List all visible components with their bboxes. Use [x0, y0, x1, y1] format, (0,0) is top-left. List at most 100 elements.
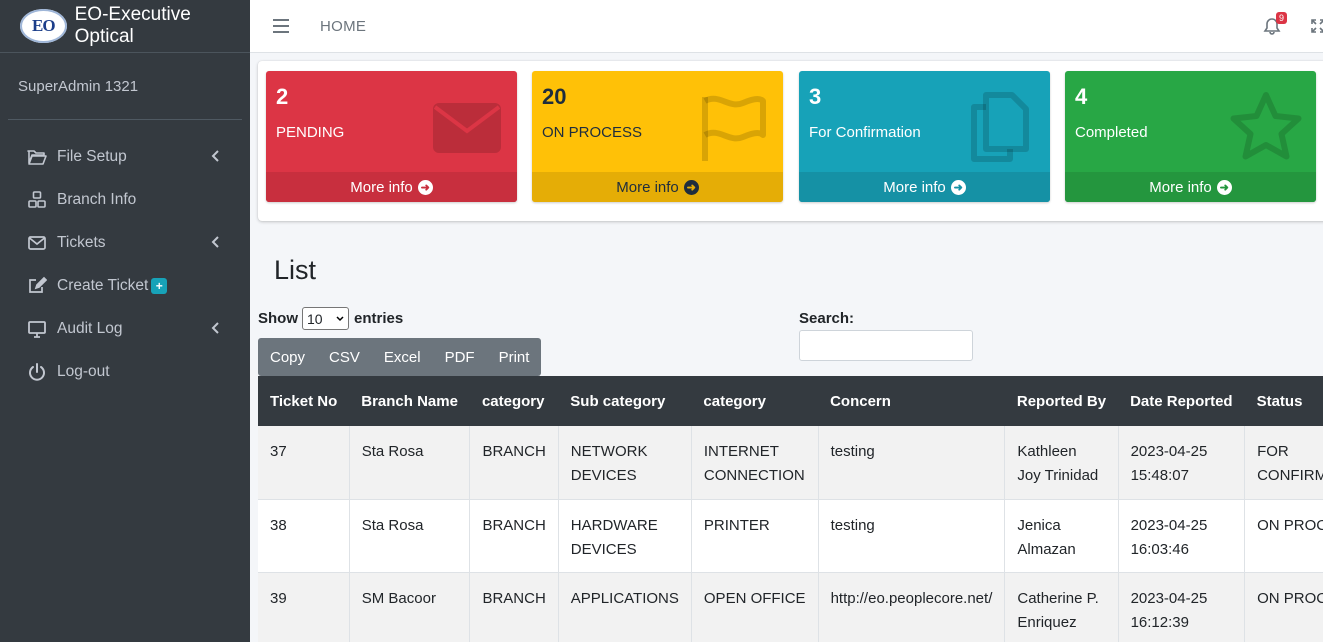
more-info-link[interactable]: More info ➜ [1065, 172, 1316, 202]
csv-button[interactable]: CSV [317, 338, 372, 376]
menu-toggle-icon[interactable] [273, 19, 289, 33]
cell-status: ON PROCE [1244, 572, 1323, 642]
notification-count-badge: 9 [1276, 12, 1288, 24]
cell-status: ON PROCE [1244, 499, 1323, 573]
print-button[interactable]: Print [487, 338, 542, 376]
table-row[interactable]: 39 SM Bacoor BRANCH APPLICATIONS OPEN OF… [258, 572, 1323, 642]
cell-line: PRINTER [703, 516, 770, 534]
pdf-button[interactable]: PDF [433, 338, 487, 376]
cell-line: 16:12:39 [1130, 613, 1189, 631]
column-header-reported-by[interactable]: Reported By [1004, 376, 1119, 426]
cell-line: Jenica [1017, 516, 1061, 534]
brand-link[interactable]: EO EO-Executive Optical [0, 0, 250, 53]
cubes-icon [26, 189, 48, 211]
cell-category: BRANCH [469, 426, 559, 500]
fullscreen-icon[interactable] [1310, 18, 1323, 34]
column-header-category[interactable]: category [469, 376, 559, 426]
column-header-concern[interactable]: Concern [818, 376, 1005, 426]
sidebar-item-log-out[interactable]: Log-out [8, 350, 242, 393]
more-info-label: More info [350, 178, 413, 196]
cell-line: 2023-04-25 [1130, 443, 1208, 460]
copy-button[interactable]: Copy [258, 338, 317, 376]
copy-icon [971, 92, 1029, 162]
cell-concern: testing [818, 499, 1006, 573]
cell-sub-category: NETWORK DEVICES [558, 426, 692, 500]
sidebar-nav: File Setup Branch Info Tickets Create Ti… [0, 135, 250, 393]
search-input[interactable] [799, 330, 973, 361]
arrow-circle-right-icon: ➜ [417, 179, 433, 195]
cell-category: BRANCH [469, 499, 559, 573]
top-navbar: HOME 9 [250, 0, 1323, 53]
folder-open-icon [26, 146, 48, 168]
sidebar-item-audit-log[interactable]: Audit Log [8, 307, 242, 350]
show-label: Show [258, 310, 298, 327]
column-header-ticket-no[interactable]: Ticket No [258, 376, 350, 426]
more-info-label: More info [883, 178, 946, 196]
user-name[interactable]: SuperAdmin 1321 [8, 53, 242, 120]
column-header-branch-name[interactable]: Branch Name [349, 376, 470, 426]
cell-line: NETWORK [570, 443, 648, 460]
entries-length-control: Show 10 entries [258, 307, 403, 330]
cell-ticket-no: 37 [258, 426, 350, 500]
sidebar-item-file-setup[interactable]: File Setup [8, 135, 242, 178]
chevron-left-icon [211, 236, 219, 248]
export-button-group: Copy CSV Excel PDF Print [258, 338, 542, 376]
sidebar-item-label: Audit Log [57, 319, 123, 337]
sidebar-item-label: Create Ticket [57, 276, 149, 294]
cell-branch: Sta Rosa [349, 499, 471, 573]
cell-date-reported: 2023-04-25 16:12:39 [1118, 572, 1246, 642]
cell-branch: Sta Rosa [349, 426, 471, 500]
cell-line: DEVICES [570, 467, 637, 484]
sidebar-item-label: File Setup [57, 147, 127, 165]
entries-select[interactable]: 10 [302, 307, 349, 330]
cell-status: FOR CONFIRMA [1244, 426, 1323, 500]
table-row[interactable]: 38 Sta Rosa BRANCH HARDWARE DEVICES PRINT… [258, 499, 1323, 573]
envelope-icon [433, 103, 501, 153]
power-icon [26, 361, 48, 383]
search-label: Search: [799, 310, 855, 327]
cell-sub-category: HARDWARE DEVICES [558, 499, 692, 573]
cell-line: Catherine P. [1017, 589, 1099, 607]
more-info-link[interactable]: More info ➜ [532, 172, 783, 202]
list-title: List [274, 255, 317, 285]
arrow-circle-right-icon: ➜ [950, 179, 966, 195]
sidebar-item-create-ticket[interactable]: Create Ticket + [8, 264, 242, 307]
cell-line: APPLICATIONS [570, 589, 679, 607]
more-info-link[interactable]: More info ➜ [266, 172, 517, 202]
sidebar-item-branch-info[interactable]: Branch Info [8, 178, 242, 221]
cell-ticket-no: 38 [258, 499, 350, 573]
more-info-link[interactable]: More info ➜ [799, 172, 1050, 202]
column-header-category-2[interactable]: category [691, 376, 819, 426]
cell-line: HARDWARE [570, 516, 658, 534]
cell-concern: testing [818, 426, 1006, 500]
cell-line: 15:48:07 [1130, 467, 1189, 484]
cell-branch: SM Bacoor [349, 572, 471, 642]
arrow-circle-right-icon: ➜ [1216, 179, 1232, 195]
cell-line: 2023-04-25 [1130, 516, 1208, 534]
flag-icon [702, 95, 766, 161]
cell-reported-by: Kathleen Joy Trinidad [1004, 426, 1119, 500]
column-header-date-reported[interactable]: Date Reported [1118, 376, 1245, 426]
cell-line: CONFIRMA [1257, 467, 1323, 484]
table-row[interactable]: 37 Sta Rosa BRANCH NETWORK DEVICES INTERN… [258, 426, 1323, 500]
cell-line: CONNECTION [703, 467, 805, 484]
sidebar-item-tickets[interactable]: Tickets [8, 221, 242, 264]
cell-category-2: PRINTER [691, 499, 819, 573]
cell-concern: http://eo.peoplecore.net/ [818, 572, 1006, 642]
column-header-sub-category[interactable]: Sub category [558, 376, 692, 426]
cell-line: Almazan [1017, 540, 1076, 558]
cell-line: DEVICES [570, 540, 637, 558]
brand-logo: EO [20, 9, 67, 43]
brand-name: EO-Executive Optical [74, 4, 191, 47]
star-icon [1230, 92, 1302, 160]
more-info-label: More info [616, 178, 679, 196]
stat-box-pending: 2 PENDING More info ➜ [266, 71, 517, 202]
excel-button[interactable]: Excel [372, 338, 433, 376]
cell-line: FOR [1257, 443, 1289, 460]
tickets-table: Ticket No Branch Name category Sub categ… [258, 376, 1323, 642]
arrow-circle-right-icon: ➜ [683, 179, 699, 195]
cell-line: 16:03:46 [1130, 540, 1189, 558]
home-link[interactable]: HOME [320, 18, 366, 35]
column-header-status[interactable]: Status [1244, 376, 1323, 426]
user-name-label: SuperAdmin 1321 [18, 77, 139, 95]
